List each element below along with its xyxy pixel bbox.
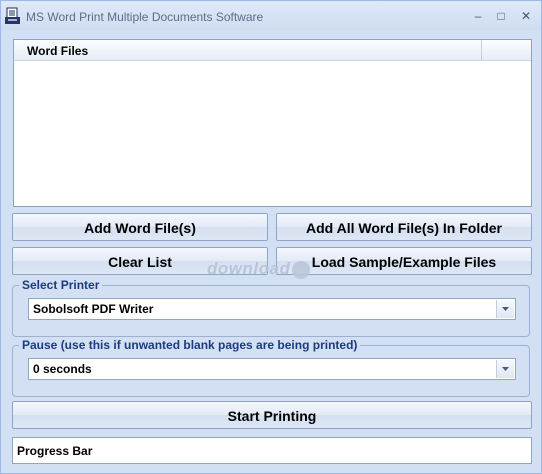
- window-title: MS Word Print Multiple Documents Softwar…: [26, 10, 264, 24]
- pause-dropdown[interactable]: 0 seconds: [28, 358, 516, 380]
- main-window: MS Word Print Multiple Documents Softwar…: [0, 0, 542, 474]
- list-body[interactable]: [14, 61, 531, 206]
- printer-selected-value: Sobolsoft PDF Writer: [33, 302, 154, 316]
- load-sample-files-button[interactable]: Load Sample/Example Files: [276, 247, 532, 275]
- column-header-label: Word Files: [27, 44, 89, 58]
- app-icon: [5, 7, 20, 24]
- client-area: Word Files Add Word File(s) Add All Word…: [5, 31, 537, 469]
- close-button[interactable]: ✕: [515, 6, 537, 26]
- progress-label: Progress Bar: [17, 444, 93, 458]
- watermark-text: download: [207, 259, 291, 278]
- minimize-button[interactable]: –: [467, 6, 489, 26]
- start-printing-button[interactable]: Start Printing: [12, 401, 532, 429]
- chevron-down-icon[interactable]: [496, 360, 514, 378]
- pause-legend: Pause (use this if unwanted blank pages …: [19, 338, 361, 352]
- chevron-down-icon[interactable]: [496, 300, 514, 318]
- list-header: Word Files: [14, 40, 531, 61]
- printer-dropdown[interactable]: Sobolsoft PDF Writer: [28, 298, 516, 320]
- progress-bar: Progress Bar: [12, 437, 532, 464]
- pause-selected-value: 0 seconds: [33, 362, 92, 376]
- add-folder-button[interactable]: Add All Word File(s) In Folder: [276, 213, 532, 241]
- pause-group: Pause (use this if unwanted blank pages …: [12, 338, 530, 397]
- add-word-files-button[interactable]: Add Word File(s): [12, 213, 268, 241]
- column-header-word-files[interactable]: Word Files: [14, 40, 482, 60]
- select-printer-legend: Select Printer: [19, 278, 103, 292]
- word-files-list[interactable]: Word Files: [13, 39, 532, 207]
- title-bar[interactable]: MS Word Print Multiple Documents Softwar…: [1, 1, 541, 31]
- download-watermark: download: [207, 259, 311, 279]
- select-printer-group: Select Printer Sobolsoft PDF Writer: [12, 278, 530, 337]
- watermark-badge-icon: [292, 260, 311, 279]
- maximize-button[interactable]: □: [490, 6, 512, 26]
